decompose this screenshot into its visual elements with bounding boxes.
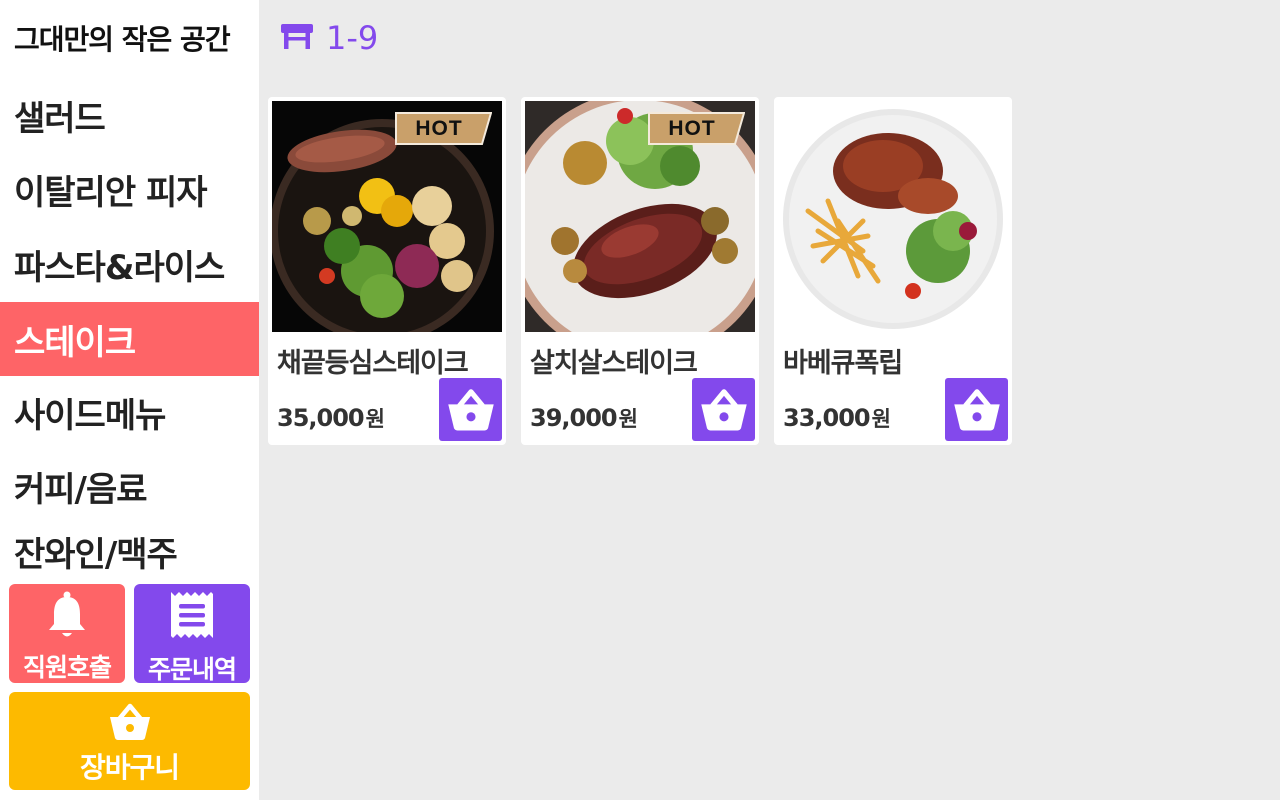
table-number: 1-9 — [326, 19, 379, 57]
price-currency: 원 — [871, 407, 891, 431]
menu-item-card[interactable]: HOT 살치살스테이크 39,000원 — [521, 97, 759, 445]
staff-call-label: 직원호출 — [22, 653, 112, 682]
add-to-cart-button[interactable] — [692, 378, 755, 441]
cart-button[interactable]: 장바구니 — [9, 692, 250, 790]
table-icon — [280, 21, 314, 55]
basket-icon — [108, 702, 152, 742]
price-value: 33,000 — [783, 404, 871, 432]
store-name: 그대만의 작은 공간 — [14, 23, 231, 56]
order-history-label: 주문내역 — [147, 655, 237, 684]
hot-badge: HOT — [394, 112, 492, 145]
hot-badge: HOT — [647, 112, 745, 145]
receipt-icon — [169, 590, 215, 642]
price-value: 39,000 — [530, 404, 618, 432]
add-to-cart-button[interactable] — [945, 378, 1008, 441]
staff-call-button[interactable]: 직원호출 — [9, 584, 125, 683]
category-side-menu[interactable]: 사이드메뉴 — [0, 375, 259, 449]
bell-icon — [47, 590, 87, 640]
category-steak[interactable]: 스테이크 — [0, 302, 259, 376]
price-value: 35,000 — [277, 404, 365, 432]
menu-item-price: 33,000원 — [783, 403, 891, 433]
category-sidebar: 그대만의 작은 공간 샐러드 이탈리안 피자 파스타&라이스 스테이크 사이드메… — [0, 0, 259, 800]
price-currency: 원 — [618, 407, 638, 431]
menu-item-name: 살치살스테이크 — [530, 348, 698, 379]
category-italian-pizza[interactable]: 이탈리안 피자 — [0, 152, 259, 226]
menu-item-photo — [778, 101, 1008, 332]
category-coffee-drinks[interactable]: 커피/음료 — [0, 449, 259, 523]
menu-item-price: 35,000원 — [277, 403, 385, 433]
basket-icon — [447, 388, 494, 430]
menu-item-photo: HOT — [272, 101, 502, 332]
hot-badge-label: HOT — [415, 117, 463, 140]
table-info: 1-9 — [280, 18, 378, 58]
hot-badge-label: HOT — [668, 117, 716, 140]
category-wine-beer[interactable]: 잔와인/맥주 — [0, 522, 259, 580]
add-to-cart-button[interactable] — [439, 378, 502, 441]
price-currency: 원 — [365, 407, 385, 431]
category-salad[interactable]: 샐러드 — [0, 78, 259, 152]
order-history-button[interactable]: 주문내역 — [134, 584, 250, 684]
menu-item-card[interactable]: 바베큐폭립 33,000원 — [774, 97, 1012, 445]
menu-item-name: 바베큐폭립 — [783, 348, 903, 379]
category-pasta-rice[interactable]: 파스타&라이스 — [0, 227, 259, 301]
cart-label: 장바구니 — [79, 751, 180, 784]
basket-icon — [700, 388, 747, 430]
menu-item-name: 채끝등심스테이크 — [277, 348, 469, 379]
basket-icon — [953, 388, 1000, 430]
menu-item-price: 39,000원 — [530, 403, 638, 433]
menu-item-card[interactable]: HOT 채끝등심스테이크 35,000원 — [268, 97, 506, 445]
menu-item-photo: HOT — [525, 101, 755, 332]
